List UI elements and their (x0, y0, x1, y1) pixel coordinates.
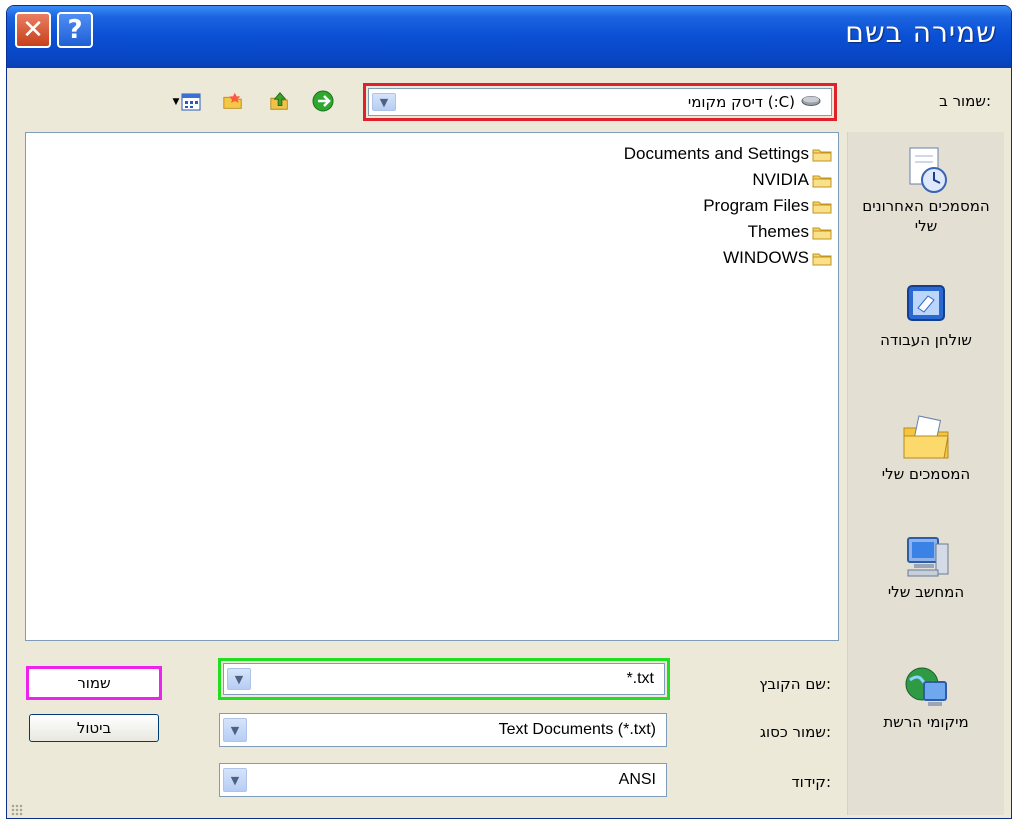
encoding-value: ANSI (618, 771, 656, 788)
new-folder-button[interactable] (222, 90, 244, 112)
desktop-icon (900, 278, 952, 330)
filename-dropdown-arrow[interactable]: ▼ (227, 668, 251, 690)
my-documents-icon (900, 412, 952, 464)
save-in-dropdown-arrow[interactable]: ▼ (372, 93, 396, 111)
back-arrow-icon (312, 90, 334, 112)
up-one-level-button[interactable] (269, 90, 291, 112)
recent-documents-icon (900, 144, 952, 196)
window-title: שמירה בשם (845, 16, 997, 49)
chevron-down-icon: ▼ (379, 95, 389, 109)
encoding-combo[interactable]: ▼ ANSI (219, 763, 667, 797)
filename-input[interactable]: *.txt (626, 670, 654, 688)
help-button[interactable]: ? (57, 12, 93, 48)
filetype-value: Text Documents (*.txt) (498, 721, 656, 738)
place-my-documents[interactable]: המסמכים שלי (848, 412, 1004, 484)
place-desktop[interactable]: שולחן העבודה (848, 278, 1004, 350)
chevron-down-icon: ▼ (234, 672, 244, 686)
filename-combo[interactable]: ▼ *.txt (223, 663, 665, 695)
back-button[interactable] (312, 90, 334, 112)
filetype-combo[interactable]: ▼ Text Documents (*.txt) (219, 713, 667, 747)
place-recent-documents[interactable]: המסמכים האחרונים שלי (848, 144, 1004, 236)
file-item[interactable]: Program Files (703, 194, 838, 218)
views-menu-button[interactable]: ▼ (167, 91, 207, 113)
views-icon (181, 93, 201, 111)
chevron-down-icon: ▼ (230, 773, 240, 787)
file-item[interactable]: Themes (748, 220, 838, 244)
places-bar: המסמכים האחרונים שלי שולחן העבודה המסמכי… (847, 132, 1004, 815)
folder-icon (812, 199, 832, 214)
folder-icon (812, 173, 832, 188)
new-folder-icon (223, 92, 242, 109)
save-in-value: דיסק מקומי (:C) (687, 93, 795, 111)
chevron-down-icon: ▼ (230, 723, 240, 737)
up-folder-icon (270, 92, 288, 110)
filetype-label: שמור כסוג: (759, 723, 831, 741)
save-in-label: שמור ב: (939, 92, 991, 110)
encoding-label: קידוד: (791, 773, 831, 791)
cancel-button[interactable]: ביטול (29, 714, 159, 742)
filetype-dropdown-arrow[interactable]: ▼ (223, 718, 247, 742)
filename-label: שם הקובץ: (759, 675, 831, 693)
hard-drive-icon (801, 93, 821, 111)
place-network[interactable]: מיקומי הרשת (848, 660, 1004, 732)
resize-grip[interactable] (11, 804, 23, 816)
encoding-dropdown-arrow[interactable]: ▼ (223, 768, 247, 792)
folder-icon (812, 251, 832, 266)
network-places-icon (900, 660, 952, 712)
close-button[interactable]: ✕ (15, 12, 51, 48)
place-my-computer[interactable]: המחשב שלי (848, 530, 1004, 602)
title-bar[interactable]: ✕ ? שמירה בשם (7, 6, 1011, 68)
save-as-dialog: ✕ ? שמירה בשם שמור ב: ▼ דיסק מקומי (:C) … (6, 5, 1012, 819)
folder-icon (812, 147, 832, 162)
file-item[interactable]: Documents and Settings (624, 142, 838, 166)
file-item[interactable]: NVIDIA (752, 168, 838, 192)
help-icon: ? (67, 15, 83, 45)
folder-icon (812, 225, 832, 240)
file-item[interactable]: WINDOWS (723, 246, 838, 270)
save-button[interactable]: שמור (29, 669, 159, 697)
save-in-combo[interactable]: ▼ דיסק מקומי (:C) (368, 88, 832, 116)
my-computer-icon (900, 530, 952, 582)
close-icon: ✕ (22, 15, 44, 45)
file-list[interactable]: Documents and Settings NVIDIA Program Fi… (25, 132, 839, 641)
